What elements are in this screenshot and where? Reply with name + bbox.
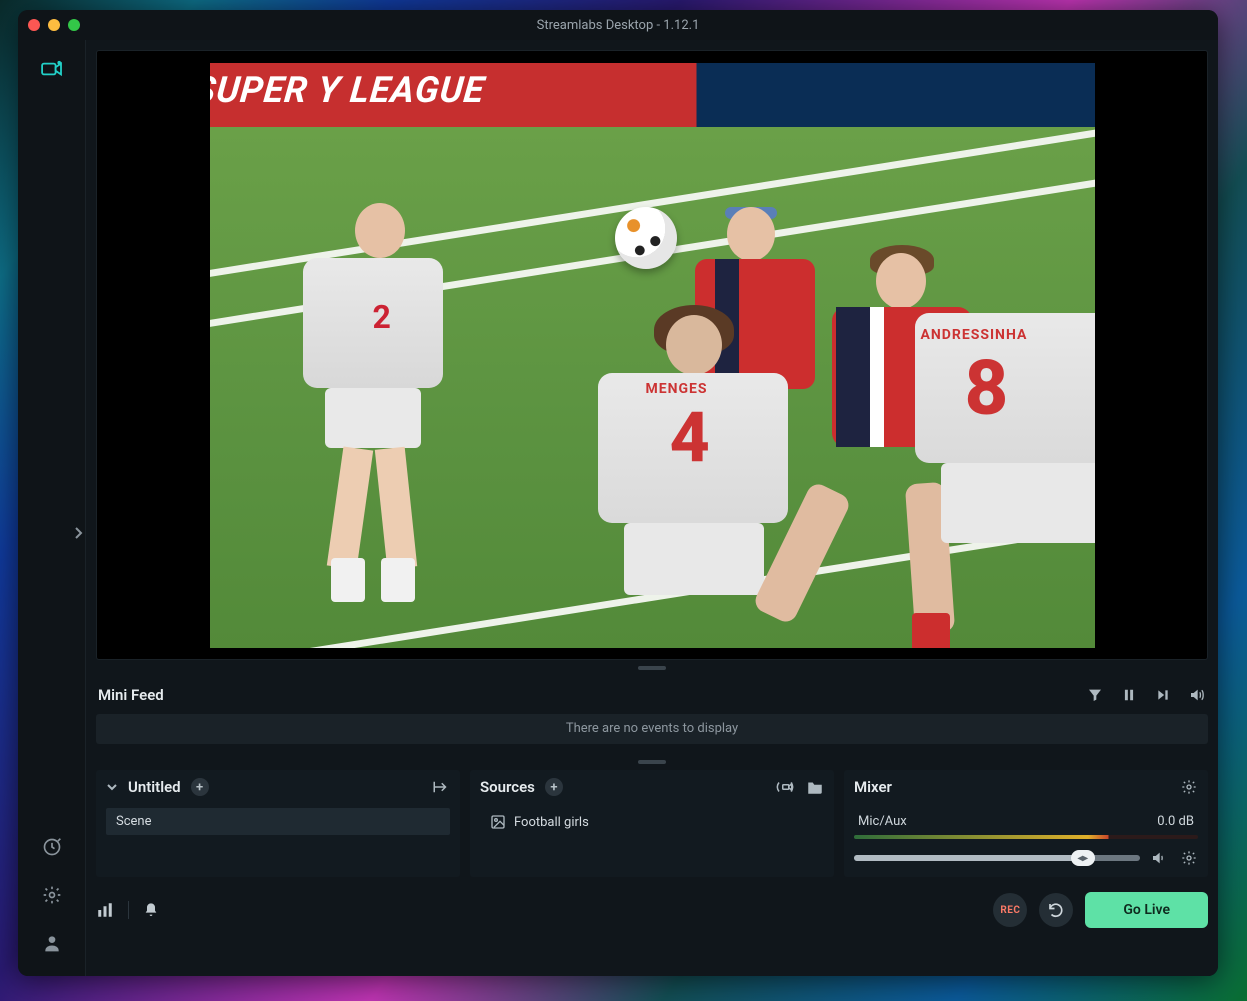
stats-icon[interactable] [96,901,114,919]
add-source-button[interactable]: + [545,778,563,796]
title-bar: Streamlabs Desktop - 1.12.1 [18,10,1218,40]
source-item[interactable]: Football girls [480,808,824,836]
mini-feed-empty-message: There are no events to display [96,714,1208,744]
horizontal-resize-handle-2[interactable] [638,760,666,764]
source-item-label: Football girls [514,815,589,830]
scene-transition-icon[interactable] [432,778,450,796]
slider-thumb[interactable]: ◂▸ [1071,850,1095,866]
app-window: Streamlabs Desktop - 1.12.1 [18,10,1218,976]
zoom-window-button[interactable] [68,19,80,31]
volume-icon[interactable] [1188,686,1206,704]
panels-row: Untitled + Scene [96,770,1208,877]
go-live-button[interactable]: Go Live [1085,892,1208,928]
preview-canvas: SUPER Y LEAGUE 2 [210,63,1095,648]
player-white-left: 2 [285,238,455,618]
editor-tab-icon[interactable] [41,58,63,80]
scenes-panel: Untitled + Scene [96,770,460,877]
vu-meter [854,835,1198,839]
undo-button[interactable] [1039,893,1073,927]
mini-feed-panel: Mini Feed [96,676,1208,754]
image-source-icon [490,814,506,830]
filter-icon[interactable] [1086,686,1104,704]
expand-sidebar-button[interactable] [70,520,86,546]
scene-collection-name[interactable]: Untitled [128,778,181,796]
record-button[interactable]: REC [993,893,1027,927]
footer-bar: REC Go Live [96,887,1208,933]
notifications-icon[interactable] [143,901,159,919]
add-scene-button[interactable]: + [191,778,209,796]
minimize-window-button[interactable] [48,19,60,31]
folder-icon[interactable] [806,778,824,796]
mute-icon[interactable] [1150,849,1168,867]
chevron-down-icon[interactable] [106,781,118,793]
volume-slider[interactable]: ◂▸ [854,855,1140,861]
mixer-channel-name: Mic/Aux [858,814,907,829]
main-column: SUPER Y LEAGUE 2 [86,40,1218,976]
channel-settings-icon[interactable] [1180,849,1198,867]
account-icon[interactable] [41,932,63,954]
banner-text: SUPER Y LEAGUE [210,69,487,111]
horizontal-resize-handle[interactable] [638,666,666,670]
mixer-panel: Mixer Mic/Aux 0.0 dB [844,770,1208,877]
sources-panel: Sources + [470,770,834,877]
preview-area[interactable]: SUPER Y LEAGUE 2 [96,50,1208,660]
settings-icon[interactable] [41,884,63,906]
skip-icon[interactable] [1154,686,1172,704]
pause-icon[interactable] [1120,686,1138,704]
close-window-button[interactable] [28,19,40,31]
mini-feed-title: Mini Feed [98,686,164,704]
mixer-settings-icon[interactable] [1180,778,1198,796]
window-controls [28,19,80,31]
window-title: Streamlabs Desktop - 1.12.1 [537,18,700,33]
source-broadcast-icon[interactable] [776,778,794,796]
mixer-channel-level: 0.0 dB [1157,814,1194,829]
divider [128,901,129,919]
scene-item-label: Scene [116,814,152,829]
soccer-ball [615,207,677,269]
mixer-title: Mixer [854,778,892,796]
scene-item[interactable]: Scene [106,808,450,835]
sources-title: Sources [480,778,535,796]
dashboard-icon[interactable] [41,836,63,858]
player-white-right: ANDRESSINHA 8 [895,283,1095,643]
left-sidebar [18,40,86,976]
